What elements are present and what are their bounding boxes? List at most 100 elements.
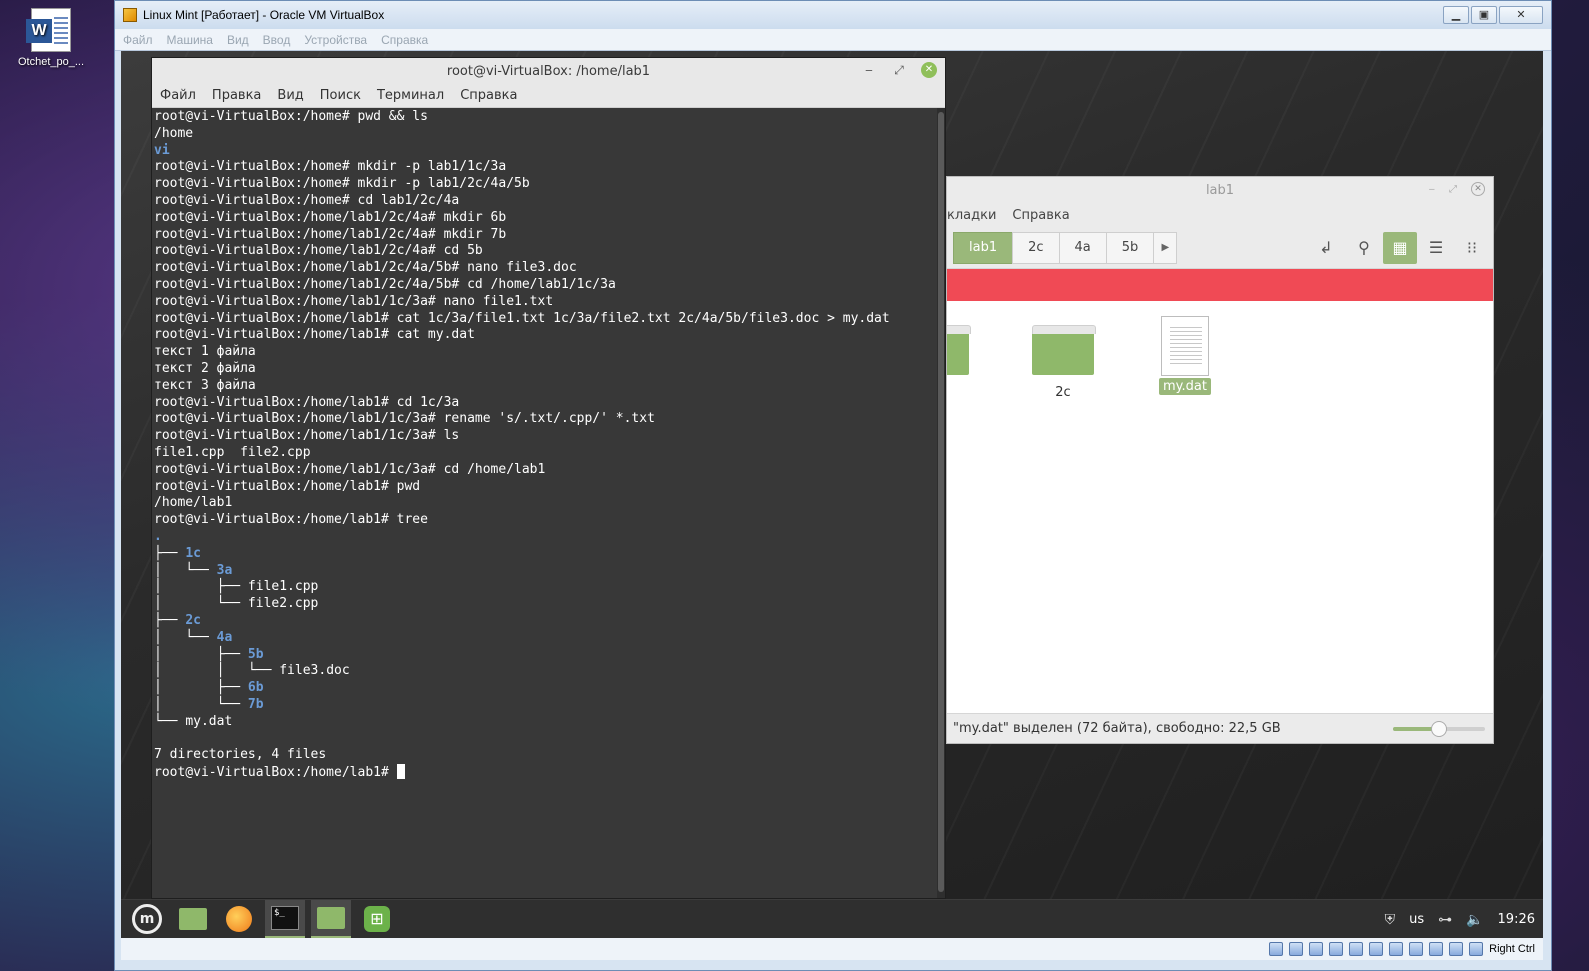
tree-line: └── my.dat [154,713,233,729]
terminal-line: vi [154,142,170,158]
fm-close-icon[interactable]: ✕ [1471,182,1485,196]
tree-summary: 7 directories, 4 files [154,747,327,763]
terminal-scrollbar[interactable] [937,108,945,898]
recording-icon[interactable] [1409,942,1424,956]
close-icon[interactable]: ✕ [921,62,937,78]
keyboard-layout[interactable]: us [1409,912,1424,927]
word-document-icon[interactable]: W Otchet_po_... [6,8,96,68]
terminal-line: root@vi-VirtualBox:/home/lab1/2c/4a/5b# … [154,276,616,292]
virtualization-icon[interactable] [1429,942,1444,956]
file-manager-window: lab1 ‒ ⤢ ✕ кладки Справка lab1 2c 4a 5b … [946,176,1494,744]
tree-line: │ ├── file1.cpp [154,579,319,595]
fm-menu-help[interactable]: Справка [1012,208,1069,223]
desktop-icon [179,908,207,930]
terminal-line: root@vi-VirtualBox:/home/lab1/1c/3a# ls [154,428,460,444]
vbox-menu-view[interactable]: Вид [227,33,249,47]
mouse-integration-icon[interactable] [1449,942,1464,956]
minimize-button[interactable]: ▁ [1443,6,1469,24]
term-menu-view[interactable]: Вид [277,88,303,103]
search-icon[interactable]: ⚲ [1347,232,1381,264]
vbox-menu-machine[interactable]: Машина [167,33,213,47]
terminal-menubar: Файл Правка Вид Поиск Терминал Справка [152,84,945,108]
zoom-slider-handle[interactable] [1431,721,1447,737]
usb-icon[interactable] [1349,942,1364,956]
term-menu-help[interactable]: Справка [460,88,517,103]
file-manager-task-button[interactable] [311,900,351,938]
hard-disk-icon[interactable] [1269,942,1284,956]
system-tray: ⛨ us ⊶ 🔈 19:26 [1385,900,1535,938]
minimize-icon[interactable]: ‒ [861,63,877,77]
virtualbox-window: Linux Mint [Работает] - Oracle VM Virtua… [114,0,1552,971]
network-adapter-icon[interactable] [1329,942,1344,956]
terminal-line: текст 1 файла [154,344,256,360]
audio-icon[interactable] [1309,942,1324,956]
vbox-menubar: Файл Машина Вид Ввод Устройства Справка [115,29,1551,51]
vbox-menu-help[interactable]: Справка [381,33,428,47]
folder-icon[interactable] [1032,325,1096,375]
fm-status-text: "my.dat" выделен (72 байта), свободно: 2… [953,721,1281,736]
list-view-icon[interactable]: ☰ [1419,232,1453,264]
volume-icon[interactable]: 🔈 [1466,912,1483,928]
fm-menu-bookmarks[interactable]: кладки [947,208,996,223]
icon-view-icon[interactable]: ▦ [1383,232,1417,264]
terminal-output[interactable]: root@vi-VirtualBox:/home# pwd && ls/home… [152,108,939,898]
tree-line: ├── 2c [154,612,201,628]
tree-line: . [154,528,162,544]
breadcrumb-next-icon[interactable]: ▶ [1153,231,1178,264]
selected-file-label[interactable]: my.dat [1159,378,1211,395]
terminal-line: root@vi-VirtualBox:/home/lab1/1c/3a# cd … [154,461,546,477]
maximize-button[interactable]: ▣ [1471,6,1497,24]
terminal-line: root@vi-VirtualBox:/home/lab1/2c/4a# cd … [154,243,483,259]
term-menu-terminal[interactable]: Терминал [377,88,444,103]
clock[interactable]: 19:26 [1498,912,1535,927]
terminal-titlebar[interactable]: root@vi-VirtualBox: /home/lab1 ‒ ⤢ ✕ [152,58,945,84]
terminal-line: root@vi-VirtualBox:/home/lab1/2c/4a# mkd… [154,209,507,225]
breadcrumb-5b[interactable]: 5b [1105,231,1155,264]
terminal-prompt: root@vi-VirtualBox:/home/lab1# [154,764,939,781]
taskbar-panel: m $_ ⊞ ⛨ us ⊶ 🔈 19:26 [121,899,1543,938]
shield-icon[interactable]: ⛨ [1385,912,1396,928]
breadcrumb-lab1[interactable]: lab1 [953,231,1014,264]
vbox-menu-input[interactable]: Ввод [263,33,291,47]
terminal-line: /home [154,125,194,141]
software-manager-launcher[interactable]: ⊞ [357,900,397,938]
terminal-line: root@vi-VirtualBox:/home/lab1# pwd [154,478,421,494]
term-menu-file[interactable]: Файл [160,88,196,103]
tree-line: ├── 1c [154,545,201,561]
network-icon[interactable]: ⊶ [1438,912,1452,928]
terminal-line: текст 3 файла [154,377,256,393]
terminal-line: root@vi-VirtualBox:/home# mkdir -p lab1/… [154,159,507,175]
display-icon[interactable] [1389,942,1404,956]
terminal-task-button[interactable]: $_ [265,900,305,938]
keyboard-capture-icon[interactable] [1469,942,1484,956]
compact-view-icon[interactable]: ⁝⁝ [1455,232,1489,264]
shared-folders-icon[interactable] [1369,942,1384,956]
breadcrumb-4a[interactable]: 4a [1058,231,1107,264]
vbox-titlebar[interactable]: Linux Mint [Работает] - Oracle VM Virtua… [115,1,1551,29]
document-icon[interactable] [1161,316,1209,376]
close-button[interactable]: ✕ [1499,6,1543,24]
fm-maximize-icon[interactable]: ⤢ [1449,184,1457,195]
fm-titlebar[interactable]: lab1 ‒ ⤢ ✕ [947,177,1493,203]
terminal-line: root@vi-VirtualBox:/home/lab1# cat 1c/3a… [154,310,890,326]
firefox-launcher[interactable] [219,900,259,938]
optical-drive-icon[interactable] [1289,942,1304,956]
tree-line: │ │ └── file3.doc [154,663,350,679]
breadcrumb-2c[interactable]: 2c [1012,231,1060,264]
maximize-icon[interactable]: ⤢ [891,63,907,78]
location-toggle-icon[interactable]: ↲ [1309,232,1343,264]
fm-minimize-icon[interactable]: ‒ [1429,184,1435,195]
menu-button[interactable]: m [127,900,167,938]
vbox-menu-file[interactable]: Файл [123,33,153,47]
term-menu-search[interactable]: Поиск [320,88,361,103]
terminal-icon: $_ [271,906,299,930]
zoom-slider[interactable] [1393,721,1485,737]
folder-icon[interactable] [947,325,971,375]
virtualbox-logo-icon [123,8,137,22]
fm-content: 2c my.dat [947,301,1493,713]
fm-item-label: 2c [1055,385,1071,400]
term-menu-edit[interactable]: Правка [212,88,261,103]
vbox-menu-devices[interactable]: Устройства [304,33,367,47]
show-desktop-button[interactable] [173,900,213,938]
terminal-line: root@vi-VirtualBox:/home/lab1/1c/3a# ren… [154,411,655,427]
